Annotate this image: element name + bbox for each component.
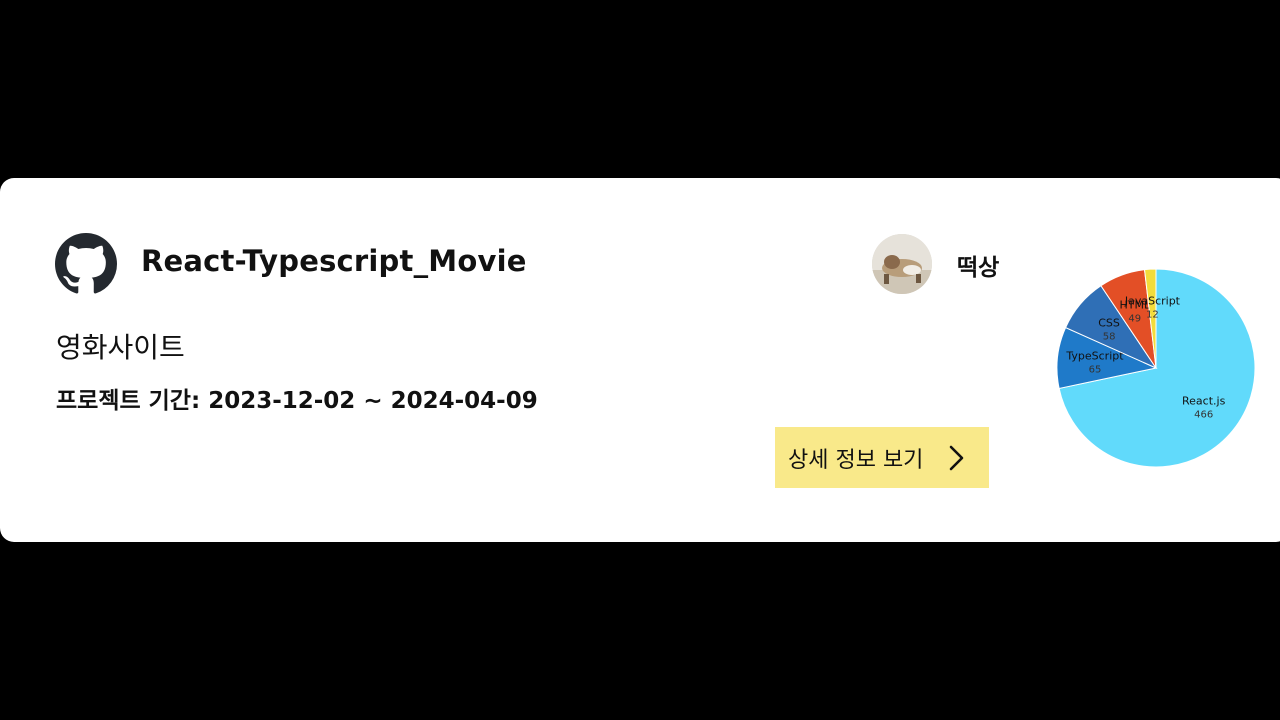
period-label: 프로젝트 기간:	[56, 388, 201, 414]
pie-value-label: 12	[1146, 310, 1159, 321]
pie-label: React.js	[1182, 395, 1226, 408]
detail-button-label: 상세 정보 보기	[788, 447, 924, 473]
pie-label: JavaScript	[1124, 295, 1181, 308]
pie-label: TypeScript	[1065, 349, 1124, 362]
project-description: 영화사이트	[56, 331, 185, 364]
pie-value-label: 65	[1089, 364, 1102, 375]
pie-svg: React.js466TypeScript65CSS58HTML49JavaSc…	[1056, 268, 1256, 468]
owner-name[interactable]: 떡상	[957, 248, 999, 282]
pie-label: CSS	[1098, 316, 1120, 329]
detail-button[interactable]: 상세 정보 보기	[775, 427, 989, 488]
github-icon[interactable]	[55, 233, 117, 295]
repo-title[interactable]: React-Typescript_Movie	[141, 244, 527, 278]
pie-value-label: 49	[1128, 313, 1141, 324]
pie-value-label: 466	[1194, 410, 1213, 421]
bottom-letterbox	[0, 542, 1280, 720]
chevron-right-icon	[949, 445, 964, 471]
project-card: React-Typescript_Movie 영화사이트 프로젝트 기간: 20…	[0, 178, 1280, 542]
top-letterbox	[0, 0, 1280, 178]
project-period: 프로젝트 기간: 2023-12-02 ~ 2024-04-09	[56, 381, 538, 415]
avatar[interactable]	[872, 234, 932, 294]
avatar-photo	[872, 234, 932, 294]
period-value: 2023-12-02 ~ 2024-04-09	[208, 388, 538, 414]
language-pie-chart: React.js 466 TypeScript 65 CSS 58 HTML 49 JavaSc…	[1040, 248, 1280, 473]
pie-value-label: 58	[1103, 331, 1116, 342]
